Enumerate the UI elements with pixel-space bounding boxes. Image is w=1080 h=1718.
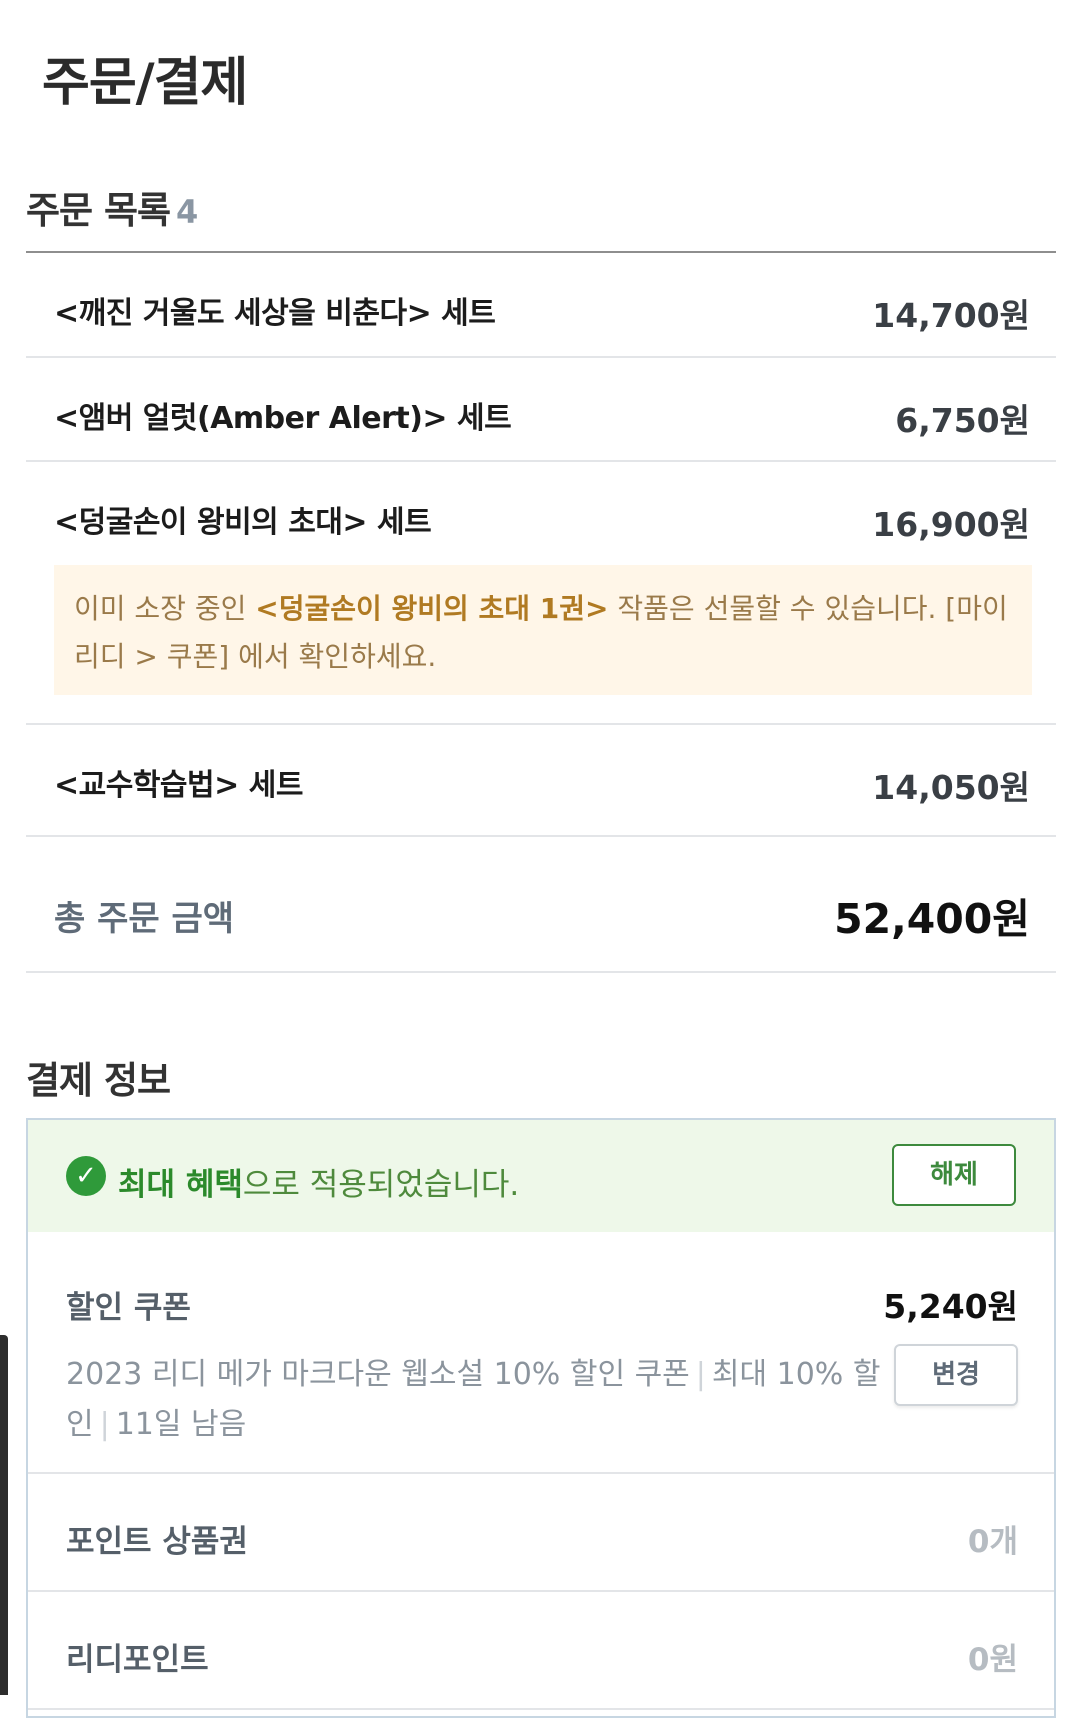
order-total-row: 총 주문 금액 52,400원	[26, 853, 1056, 973]
order-item-name: <깨진 거울도 세상을 비춘다> 세트	[54, 296, 496, 331]
ridi-point-value: 0원	[967, 1642, 1018, 1678]
order-total-amount: 52,400원	[834, 895, 1030, 943]
order-list-header: 주문 목록 4	[26, 180, 198, 234]
screen-edge	[0, 1335, 8, 1695]
order-item: <교수학습법> 세트 14,050원	[26, 725, 1056, 837]
coupon-description: 2023 리디 메가 마크다운 웹소설 10% 할인 쿠폰 | 최대 10% 할인 |…	[66, 1350, 886, 1450]
benefit-message: 최대 혜택으로 적용되었습니다.	[118, 1159, 519, 1204]
order-item-name: <앰버 얼럿(Amber Alert)> 세트	[54, 401, 512, 436]
order-item-price: 6,750원	[895, 401, 1030, 440]
order-item: <깨진 거울도 세상을 비춘다> 세트 14,700원	[26, 253, 1056, 358]
order-item-name: <교수학습법> 세트	[54, 768, 303, 803]
order-count: 4	[176, 193, 198, 231]
benefit-highlight: 최대 혜택	[118, 1167, 243, 1203]
order-item-price: 14,050원	[872, 768, 1030, 807]
point-voucher-label: 포인트 상품권	[66, 1524, 248, 1560]
order-total-label: 총 주문 금액	[54, 899, 235, 939]
page-title: 주문/결제	[42, 53, 248, 113]
order-item-name: <덩굴손이 왕비의 초대> 세트	[54, 505, 432, 540]
coupon-expiry: 11일 남음	[115, 1407, 247, 1442]
order-list-title: 주문 목록	[26, 189, 171, 232]
ridi-point-label: 리디포인트	[66, 1642, 209, 1678]
coupon-name: 2023 리디 메가 마크다운 웹소설 10% 할인 쿠폰	[66, 1357, 690, 1392]
point-voucher-value: 0개	[967, 1524, 1018, 1560]
order-list: <깨진 거울도 세상을 비춘다> 세트 14,700원 <앰버 얼럿(Amber…	[26, 253, 1056, 837]
coupon-label: 할인 쿠폰	[66, 1290, 191, 1326]
point-voucher-row[interactable]: 포인트 상품권 0개	[28, 1474, 1054, 1592]
gift-notice: 이미 소장 중인 <덩굴손이 왕비의 초대 1권> 작품은 선물할 수 있습니다…	[54, 565, 1032, 695]
coupon-amount: 5,240원	[883, 1287, 1018, 1326]
gift-notice-prefix: 이미 소장 중인	[74, 592, 256, 625]
gift-notice-title: <덩굴손이 왕비의 초대 1권>	[255, 592, 609, 625]
coupon-row: 할인 쿠폰 5,240원 2023 리디 메가 마크다운 웹소설 10% 할인 …	[28, 1232, 1054, 1474]
separator: |	[99, 1407, 110, 1442]
order-item-price: 14,700원	[872, 296, 1030, 335]
order-item-price: 16,900원	[872, 505, 1030, 544]
separator: |	[695, 1357, 706, 1392]
max-benefit-bar: ✓ 최대 혜택으로 적용되었습니다. 해제	[28, 1120, 1054, 1232]
order-item: <덩굴손이 왕비의 초대> 세트 16,900원 이미 소장 중인 <덩굴손이 …	[26, 462, 1056, 725]
change-coupon-button[interactable]: 변경	[894, 1344, 1018, 1406]
check-circle-icon: ✓	[66, 1156, 106, 1196]
release-benefit-button[interactable]: 해제	[892, 1144, 1016, 1206]
benefit-text: 으로 적용되었습니다.	[242, 1167, 520, 1203]
payment-info-title: 결제 정보	[26, 1059, 171, 1102]
payment-panel: ✓ 최대 혜택으로 적용되었습니다. 해제 할인 쿠폰 5,240원 2023 …	[26, 1118, 1056, 1718]
order-item: <앰버 얼럿(Amber Alert)> 세트 6,750원	[26, 358, 1056, 462]
ridi-point-row[interactable]: 리디포인트 0원	[28, 1592, 1054, 1710]
